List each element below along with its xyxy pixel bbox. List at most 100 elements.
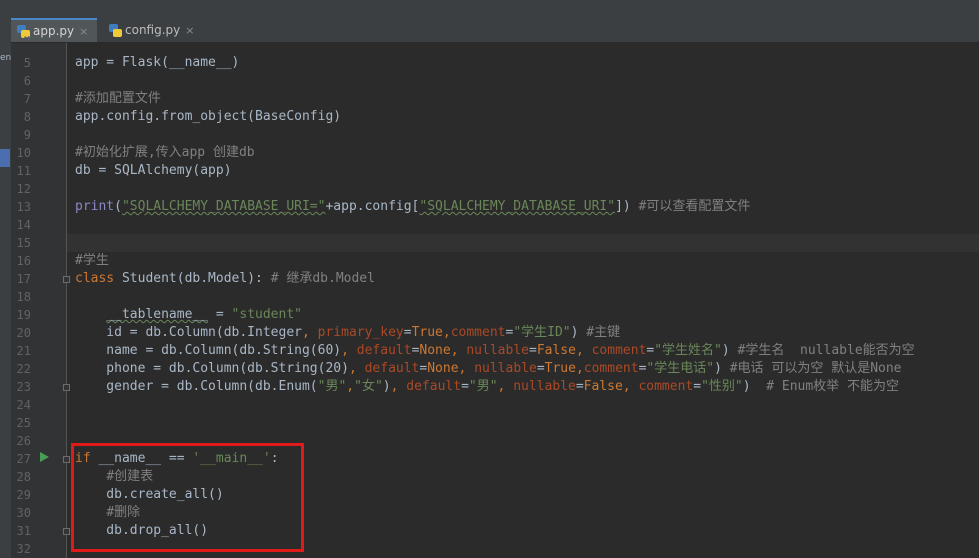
- code-line[interactable]: name = db.Column(db.String(60), default =…: [75, 342, 915, 360]
- code-line[interactable]: id = db.Column(db.Integer, primary_key=T…: [75, 324, 620, 342]
- code-token: #主键: [586, 325, 621, 340]
- line-number: 23: [16, 380, 31, 394]
- code-line[interactable]: #添加配置文件: [75, 90, 161, 108]
- close-icon[interactable]: ×: [185, 24, 194, 37]
- code-token: "学生电话": [646, 361, 715, 376]
- code-token: ,: [346, 379, 355, 394]
- line-number: 4: [23, 36, 31, 43]
- tab-label: config.py: [125, 23, 181, 37]
- line-number: 27: [16, 452, 31, 466]
- code-line[interactable]: #初始化扩展,传入app 创建db: [75, 144, 255, 162]
- project-panel-fragment: en: [0, 53, 11, 63]
- code-line[interactable]: app.config.from_object(BaseConfig): [75, 108, 341, 126]
- code-token: ,: [450, 343, 467, 358]
- editor-tab-bar: app.py × config.py ×: [11, 18, 979, 43]
- code-token: comment: [450, 325, 506, 340]
- code-token: default: [406, 379, 462, 394]
- line-number: 10: [16, 146, 31, 160]
- code-token: False: [536, 343, 576, 358]
- fold-marker-icon[interactable]: [63, 276, 70, 283]
- code-token: nullable: [474, 361, 537, 376]
- code-line[interactable]: class Student(db.Model): # 继承db.Model: [75, 270, 375, 288]
- line-number: 20: [16, 326, 31, 340]
- code-line[interactable]: print("SQLALCHEMY_DATABASE_URI="+app.con…: [75, 198, 750, 216]
- code-token: "男": [468, 379, 498, 394]
- line-number: 7: [23, 92, 31, 106]
- code-token: =: [528, 343, 537, 358]
- code-line[interactable]: app = Flask(__name__): [75, 54, 239, 72]
- code-token: id = db.Column(db.Integer: [75, 325, 302, 340]
- code-token: Student(db.Model):: [121, 271, 271, 286]
- code-token: ): [382, 379, 391, 394]
- python-file-icon: [109, 23, 122, 37]
- code-token: True: [544, 361, 576, 376]
- code-token: app = Flask(__name__): [75, 55, 240, 70]
- highlight-annotation-box: [71, 443, 304, 552]
- code-token: "SQLALCHEMY_DATABASE_URI": [419, 199, 616, 214]
- line-number: 9: [23, 128, 31, 142]
- line-number: 15: [16, 236, 31, 250]
- fold-marker-icon[interactable]: [63, 528, 70, 535]
- code-token: =: [575, 379, 584, 394]
- code-token: ,: [622, 379, 639, 394]
- line-number: 11: [16, 164, 31, 178]
- code-token: =: [693, 379, 702, 394]
- code-token: ): [570, 325, 587, 340]
- code-token: ,: [341, 343, 357, 358]
- code-token: name = db.Column(db.String(60): [75, 343, 342, 358]
- code-token: "女": [354, 379, 383, 394]
- code-token: ): [714, 361, 730, 376]
- code-token: ): [742, 379, 767, 394]
- code-token: ,: [575, 361, 584, 376]
- code-token: ,: [442, 325, 451, 340]
- code-token: __tablename__: [106, 307, 209, 322]
- code-token: print: [75, 199, 115, 214]
- line-number: 16: [16, 254, 31, 268]
- code-token: +app.config[: [325, 199, 420, 214]
- code-token: ): [721, 343, 738, 358]
- line-number: 24: [16, 398, 31, 412]
- current-line-highlight: [67, 234, 979, 252]
- run-arrow-icon[interactable]: [40, 452, 49, 462]
- fold-marker-icon[interactable]: [63, 456, 70, 463]
- code-token: "学生姓名": [654, 343, 722, 358]
- code-line[interactable]: gender = db.Column(db.Enum("男","女"), def…: [75, 378, 899, 396]
- line-number: 19: [16, 308, 31, 322]
- code-line[interactable]: db = SQLAlchemy(app): [75, 162, 232, 180]
- close-icon[interactable]: ×: [79, 25, 88, 38]
- code-token: comment: [583, 361, 639, 376]
- code-token: =: [461, 379, 469, 394]
- code-token: phone = db.Column(db.String(20): [75, 361, 349, 376]
- code-token: None: [419, 343, 451, 358]
- code-token: #初始化扩展,传入app 创建db: [75, 145, 255, 160]
- line-number: 31: [16, 524, 31, 538]
- code-token: # 继承db.Model: [270, 271, 375, 286]
- project-panel-selection: [0, 149, 10, 167]
- code-token: db = SQLAlchemy(app): [75, 163, 232, 178]
- code-token: "student": [231, 307, 302, 322]
- window-top-bar: [0, 0, 979, 19]
- project-panel-edge[interactable]: en: [0, 18, 11, 558]
- code-line[interactable]: phone = db.Column(db.String(20), default…: [75, 360, 901, 378]
- code-token: None: [427, 361, 459, 376]
- code-token: True: [411, 325, 443, 340]
- line-number: 18: [16, 290, 31, 304]
- code-token: ,: [348, 361, 365, 376]
- code-token: #添加配置文件: [75, 91, 161, 106]
- code-token: #学生: [75, 253, 109, 268]
- code-line[interactable]: #学生: [75, 252, 109, 270]
- code-token: class: [75, 271, 122, 286]
- code-token: ,: [458, 361, 475, 376]
- tab-config-py[interactable]: config.py ×: [103, 18, 201, 42]
- code-token: app.config.from_object(BaseConfig): [75, 109, 342, 124]
- code-token: #学生名 nullable能否为空: [737, 343, 915, 358]
- fold-marker-icon[interactable]: [63, 384, 70, 391]
- code-token: =: [208, 307, 232, 322]
- code-token: (: [114, 199, 122, 214]
- code-token: nullable: [466, 343, 529, 358]
- code-token: default: [356, 343, 412, 358]
- line-number: 21: [16, 344, 31, 358]
- tab-label: app.py: [33, 24, 75, 38]
- code-token: "SQLALCHEMY_DATABASE_URI=": [121, 199, 326, 214]
- code-line[interactable]: __tablename__ = "student": [75, 306, 302, 324]
